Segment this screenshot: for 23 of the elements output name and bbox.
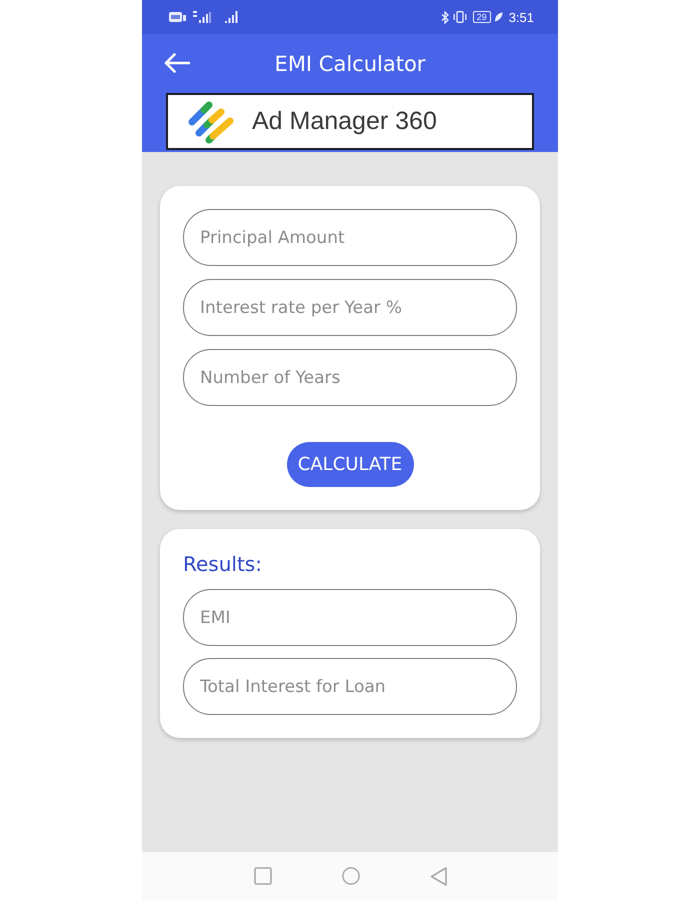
calculate-button[interactable]: CALCULATE xyxy=(286,442,414,487)
results-heading: Results: xyxy=(183,551,263,577)
home-icon[interactable] xyxy=(342,867,360,885)
battery-indicator: 29 xyxy=(472,11,491,23)
clock-time: 3:51 xyxy=(508,10,534,24)
screen-title: EMI Calculator xyxy=(274,52,426,76)
ad-text: Ad Manager 360 xyxy=(252,107,437,136)
signal-icon xyxy=(225,11,239,23)
back-arrow-icon[interactable] xyxy=(164,53,190,73)
signal-icon xyxy=(193,11,211,23)
network-badge-icon xyxy=(169,12,186,22)
leaf-icon xyxy=(494,12,503,22)
input-field[interactable]: Principal Amount xyxy=(183,209,517,266)
recent-apps-icon[interactable] xyxy=(254,867,272,885)
input-field[interactable]: Interest rate per Year % xyxy=(183,279,517,336)
vibrate-icon xyxy=(452,11,467,23)
result-field[interactable]: Total Interest for Loan xyxy=(183,658,517,715)
back-icon[interactable] xyxy=(430,866,446,886)
stripes-logo-icon xyxy=(188,100,234,144)
ad-banner[interactable]: Ad Manager 360 xyxy=(166,93,534,150)
input-field[interactable]: Number of Years xyxy=(183,349,517,406)
result-field[interactable]: EMI xyxy=(183,589,517,646)
bluetooth-icon xyxy=(440,10,449,24)
